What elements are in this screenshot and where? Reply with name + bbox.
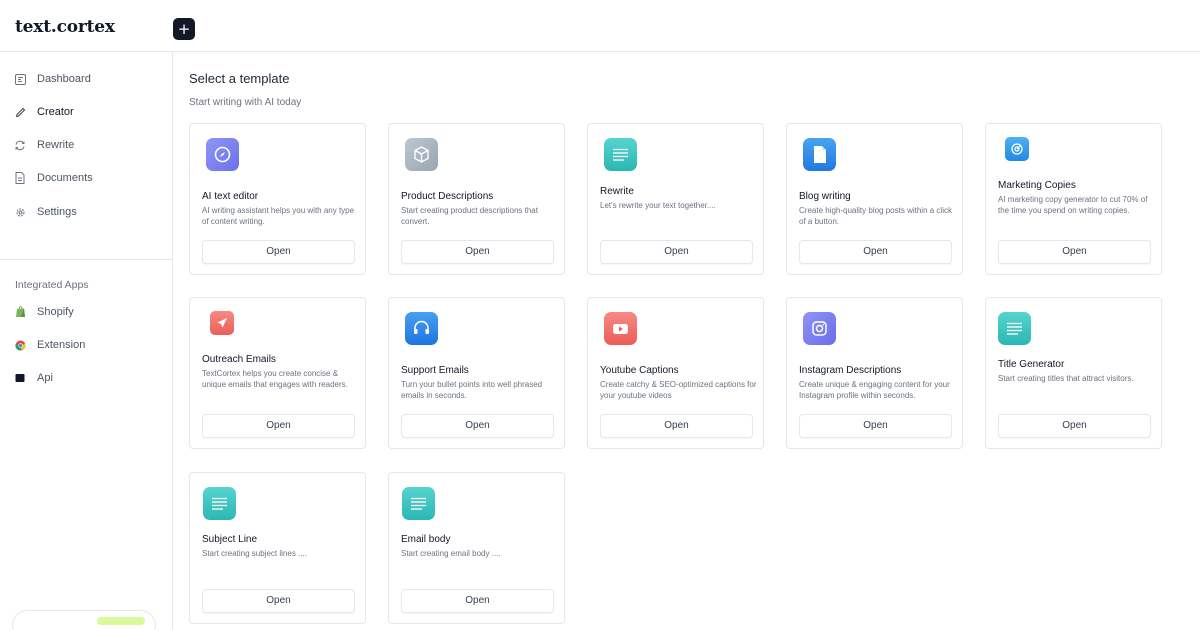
template-title: AI text editor xyxy=(202,191,259,202)
template-card-support-emails[interactable]: Support Emails Turn your bullet points i… xyxy=(388,297,565,449)
pen-icon xyxy=(14,106,26,118)
open-button[interactable]: Open xyxy=(401,589,554,613)
sidebar-item-label: Settings xyxy=(37,206,77,218)
open-button[interactable]: Open xyxy=(998,240,1151,264)
sidebar-item-label: Creator xyxy=(37,106,74,118)
integrations-heading: Integrated Apps xyxy=(15,279,89,291)
sidebar-item-shopify[interactable]: Shopify xyxy=(14,302,74,322)
target-icon xyxy=(1005,137,1029,161)
template-title: Title Generator xyxy=(998,359,1065,370)
sidebar-item-label: Dashboard xyxy=(37,73,91,85)
sidebar-item-extension[interactable]: Extension xyxy=(14,335,85,355)
page-subtitle: Start writing with AI today xyxy=(189,97,302,108)
template-description: Start creating product descriptions that… xyxy=(401,206,538,226)
sidebar-item-dashboard[interactable]: Dashboard xyxy=(14,69,91,89)
template-title: Outreach Emails xyxy=(202,354,276,365)
sidebar-item-label: Shopify xyxy=(37,306,74,318)
open-button[interactable]: Open xyxy=(799,414,952,438)
sidebar-item-label: Api xyxy=(37,372,53,384)
sidebar-divider xyxy=(0,259,172,260)
template-title: Product Descriptions xyxy=(401,191,494,202)
template-description: Start creating titles that attract visit… xyxy=(998,374,1134,383)
template-description: Start creating subject lines .... xyxy=(202,549,307,558)
open-button[interactable]: Open xyxy=(202,240,355,264)
upgrade-widget[interactable] xyxy=(12,610,156,630)
send-icon xyxy=(210,311,234,335)
template-card-subject-line[interactable]: Subject Line Start creating subject line… xyxy=(189,472,366,624)
open-button[interactable]: Open xyxy=(202,589,355,613)
template-card-email-body[interactable]: Email body Start creating email body ...… xyxy=(388,472,565,624)
plan-badge xyxy=(97,617,145,625)
page-title: Select a template xyxy=(189,71,290,86)
template-description: Create catchy & SEO-optimized captions f… xyxy=(600,380,757,400)
template-card-product-descriptions[interactable]: Product Descriptions Start creating prod… xyxy=(388,123,565,275)
template-card-outreach-emails[interactable]: Outreach Emails TextCortex helps you cre… xyxy=(189,297,366,449)
template-title: Support Emails xyxy=(401,365,469,376)
dashboard-icon xyxy=(14,73,26,85)
open-button[interactable]: Open xyxy=(600,414,753,438)
lines-icon xyxy=(998,312,1031,345)
template-card-blog-writing[interactable]: Blog writing Create high-quality blog po… xyxy=(786,123,963,275)
youtube-icon xyxy=(604,312,637,345)
template-description: AI marketing copy generator to cut 70% o… xyxy=(998,195,1148,215)
lines-icon xyxy=(604,138,637,171)
logo[interactable]: text.cortex xyxy=(15,17,115,37)
instagram-icon xyxy=(803,312,836,345)
sidebar-item-documents[interactable]: Documents xyxy=(14,168,93,188)
template-card-youtube-captions[interactable]: Youtube Captions Create catchy & SEO-opt… xyxy=(587,297,764,449)
template-title: Youtube Captions xyxy=(600,365,679,376)
gear-icon xyxy=(14,206,26,218)
template-title: Subject Line xyxy=(202,534,258,545)
open-button[interactable]: Open xyxy=(600,240,753,264)
document-icon xyxy=(14,172,26,184)
page-icon xyxy=(803,138,836,171)
compass-icon xyxy=(206,138,239,171)
template-card-title-generator[interactable]: Title Generator Start creating titles th… xyxy=(985,297,1162,449)
template-title: Email body xyxy=(401,534,451,545)
template-title: Rewrite xyxy=(600,186,634,197)
headset-icon xyxy=(405,312,438,345)
new-document-button[interactable]: + xyxy=(173,18,195,40)
template-card-marketing-copies[interactable]: Marketing Copies AI marketing copy gener… xyxy=(985,123,1162,275)
api-icon xyxy=(14,372,26,384)
sidebar-item-label: Rewrite xyxy=(37,139,75,151)
open-button[interactable]: Open xyxy=(401,414,554,438)
open-button[interactable]: Open xyxy=(401,240,554,264)
template-card-ai-text-editor[interactable]: AI text editor AI writing assistant help… xyxy=(189,123,366,275)
refresh-icon xyxy=(14,139,26,151)
sidebar-item-label: Extension xyxy=(37,339,86,351)
template-description: AI writing assistant helps you with any … xyxy=(202,206,355,226)
template-card-rewrite[interactable]: Rewrite Let's rewrite your text together… xyxy=(587,123,764,275)
sidebar: Dashboard Creator Rewrite Documents Sett… xyxy=(0,52,173,630)
template-title: Blog writing xyxy=(799,191,851,202)
template-description: TextCortex helps you create concise & un… xyxy=(202,369,348,389)
open-button[interactable]: Open xyxy=(799,240,952,264)
box-icon xyxy=(405,138,438,171)
template-description: Create unique & engaging content for you… xyxy=(799,380,950,400)
lines-icon xyxy=(203,487,236,520)
template-description: Let's rewrite your text together.... xyxy=(600,201,716,210)
template-title: Marketing Copies xyxy=(998,180,1076,191)
template-description: Start creating email body .... xyxy=(401,549,501,558)
top-bar: text.cortex + xyxy=(0,0,1200,52)
sidebar-item-creator[interactable]: Creator xyxy=(14,102,74,122)
shopify-icon xyxy=(14,306,26,318)
open-button[interactable]: Open xyxy=(998,414,1151,438)
sidebar-item-api[interactable]: Api xyxy=(14,368,53,388)
sidebar-item-label: Documents xyxy=(37,172,93,184)
chrome-icon xyxy=(14,339,26,351)
template-description: Turn your bullet points into well phrase… xyxy=(401,380,543,400)
template-description: Create high-quality blog posts within a … xyxy=(799,206,952,226)
sidebar-item-rewrite[interactable]: Rewrite xyxy=(14,135,74,155)
lines-icon xyxy=(402,487,435,520)
open-button[interactable]: Open xyxy=(202,414,355,438)
template-card-instagram-descriptions[interactable]: Instagram Descriptions Create unique & e… xyxy=(786,297,963,449)
sidebar-item-settings[interactable]: Settings xyxy=(14,202,77,222)
template-title: Instagram Descriptions xyxy=(799,365,902,376)
main-content: Select a template Start writing with AI … xyxy=(173,52,1200,630)
